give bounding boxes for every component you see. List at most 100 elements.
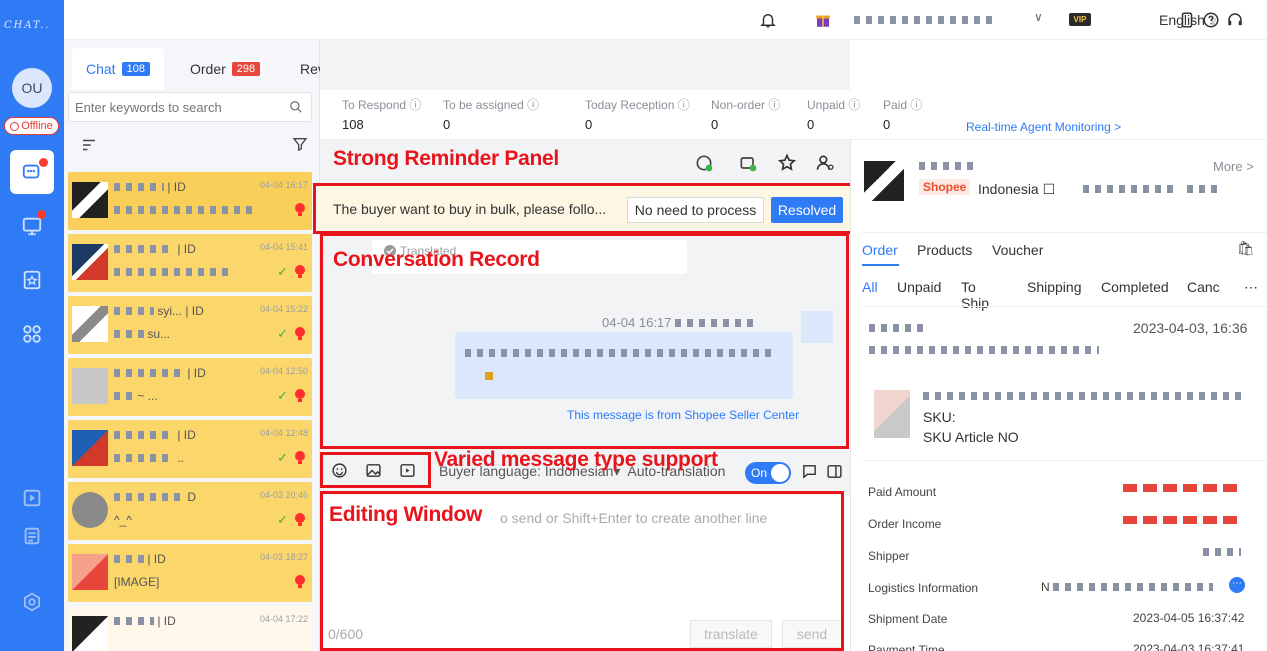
list-item[interactable]: | ID 04-04 12:50 ~ ... ✓ [68, 358, 312, 416]
subtab-unpaid[interactable]: Unpaid [897, 279, 941, 295]
tab-chat[interactable]: Chat 108 [72, 48, 164, 90]
bulb-icon [295, 327, 305, 340]
check-icon: ✓ [277, 326, 288, 341]
callout-editing: Editing Window [329, 503, 483, 526]
more-icon[interactable]: ⋯ [1244, 279, 1258, 296]
chevron-down-icon[interactable]: ∨ [1034, 10, 1043, 24]
subtab-cancelled[interactable]: Canc [1187, 279, 1220, 295]
list-item[interactable]: | ID 04-04 15:41 ✓ [68, 234, 312, 292]
bulb-icon [295, 513, 305, 526]
stats-bar: To Respond ⓘ 108 To be assigned ⓘ 0 Today … [320, 90, 1267, 140]
side-panel-icon[interactable] [826, 463, 843, 480]
field-shipper-label: Shipper [868, 549, 910, 563]
stat-non-order[interactable]: Non-order ⓘ 0 [711, 96, 780, 132]
shipper-masked [1203, 548, 1241, 556]
more-link[interactable]: More > [1213, 159, 1254, 174]
avatar [72, 244, 108, 280]
conv-name: | ID [114, 428, 196, 442]
list-item[interactable]: syi... | ID 04-04 15:22 su... ✓ [68, 296, 312, 354]
conv-preview [114, 265, 234, 279]
more-logistics-icon[interactable]: ⋯ [1229, 577, 1245, 593]
nav-apps-button[interactable] [10, 312, 54, 356]
star-badge-icon [23, 270, 41, 290]
bulb-icon [295, 203, 305, 216]
account-name-masked [854, 16, 994, 24]
gift-icon[interactable] [814, 11, 832, 29]
tab-voucher[interactable]: Voucher [992, 242, 1043, 258]
chat-notification-dot [39, 158, 48, 167]
nav-rating-button[interactable] [10, 258, 54, 302]
order-info-panel: Shopee Indonesia ☐ More > Order Products… [850, 140, 1267, 651]
avatar [72, 306, 108, 342]
stat-today-reception[interactable]: Today Reception ⓘ 0 [585, 96, 690, 132]
list-item[interactable]: | ID 04-04 16:17 [68, 172, 312, 230]
callout-conversation: Conversation Record [333, 248, 540, 271]
order-income-masked [1123, 516, 1241, 524]
conv-time: 04-04 12:48 [259, 428, 308, 438]
auto-translation-toggle[interactable]: On [745, 462, 791, 484]
status-badge[interactable]: Offline [4, 117, 59, 135]
headset-icon[interactable] [1226, 11, 1244, 29]
nav-settings-button[interactable] [10, 580, 54, 624]
avatar [72, 616, 108, 651]
stat-to-respond[interactable]: To Respond ⓘ 108 [342, 96, 421, 132]
subtab-completed[interactable]: Completed [1101, 279, 1169, 295]
avatar [72, 368, 108, 404]
tab-products[interactable]: Products [917, 242, 972, 258]
field-paid-amount-label: Paid Amount [868, 485, 937, 499]
star-icon[interactable] [777, 153, 797, 173]
conv-preview: .. [114, 451, 184, 465]
avatar [72, 430, 108, 466]
list-sort-icon[interactable] [80, 136, 98, 154]
stat-paid[interactable]: Paid ⓘ 0 [883, 96, 922, 132]
vip-badge: VIP [1069, 13, 1091, 26]
check-icon: ✓ [277, 388, 288, 403]
tab-order-info[interactable]: Order [862, 242, 898, 258]
conv-preview: su... [114, 327, 170, 341]
check-icon: ✓ [277, 264, 288, 279]
conv-preview: [IMAGE] [114, 575, 160, 589]
list-item[interactable]: | ID 04-04 12:48 .. ✓ [68, 420, 312, 478]
transfer-icon[interactable] [738, 153, 758, 173]
help-icon[interactable] [1202, 11, 1220, 29]
bag-icon[interactable]: 🛍 [1237, 240, 1255, 257]
list-item[interactable]: D 04-03 20:46 ^_^ ✓ [68, 482, 312, 540]
list-item[interactable]: | ID 04-03 18:27 [IMAGE] [68, 544, 312, 602]
platform-badge: Shopee [919, 179, 971, 195]
nav-monitor-button[interactable] [10, 204, 54, 248]
conversation-list-panel: Chat 108 Order 298 Review 84 ⓘ | ID 04-0… [64, 40, 394, 651]
filter-icon[interactable] [292, 136, 308, 152]
conv-time: 04-04 17:22 [259, 614, 308, 624]
subtab-all[interactable]: All [862, 279, 878, 295]
search-icon[interactable] [289, 100, 303, 114]
tab-order[interactable]: Order 298 [176, 48, 274, 90]
paid-amount-masked [1123, 484, 1241, 492]
nav-notes-button[interactable] [10, 514, 54, 558]
assign-icon[interactable] [694, 153, 714, 173]
top-bar: VIP ∨ English ∨ [64, 0, 1267, 40]
conv-time: 04-03 18:27 [259, 552, 308, 562]
user-settings-icon[interactable] [815, 153, 835, 173]
apps-icon [23, 325, 41, 343]
filter-row [64, 134, 320, 158]
agent-monitoring-link[interactable]: Real-time Agent Monitoring > [966, 120, 1121, 134]
avatar [72, 492, 108, 528]
country-label: Indonesia ☐ [978, 181, 1056, 197]
stat-to-be-assigned[interactable]: To be assigned ⓘ 0 [443, 96, 539, 132]
conv-preview: ~ ... [114, 389, 158, 403]
agent-avatar[interactable]: OU [12, 68, 52, 108]
subtab-shipping[interactable]: Shipping [1027, 279, 1082, 295]
field-order-income-label: Order Income [868, 517, 942, 531]
notes-icon [24, 527, 40, 545]
tab-underline [862, 264, 899, 266]
bulb-icon [295, 389, 305, 402]
stat-unpaid[interactable]: Unpaid ⓘ 0 [807, 96, 860, 132]
search-input[interactable] [69, 93, 269, 121]
list-item[interactable]: | ID 04-04 17:22 [68, 606, 312, 651]
callout-reminder: Strong Reminder Panel [333, 147, 559, 170]
phone-icon[interactable] [1178, 11, 1196, 29]
bell-icon[interactable] [759, 11, 777, 29]
quick-reply-icon[interactable] [801, 463, 818, 480]
nav-chat-button[interactable] [10, 150, 54, 194]
bulb-icon [295, 575, 305, 588]
